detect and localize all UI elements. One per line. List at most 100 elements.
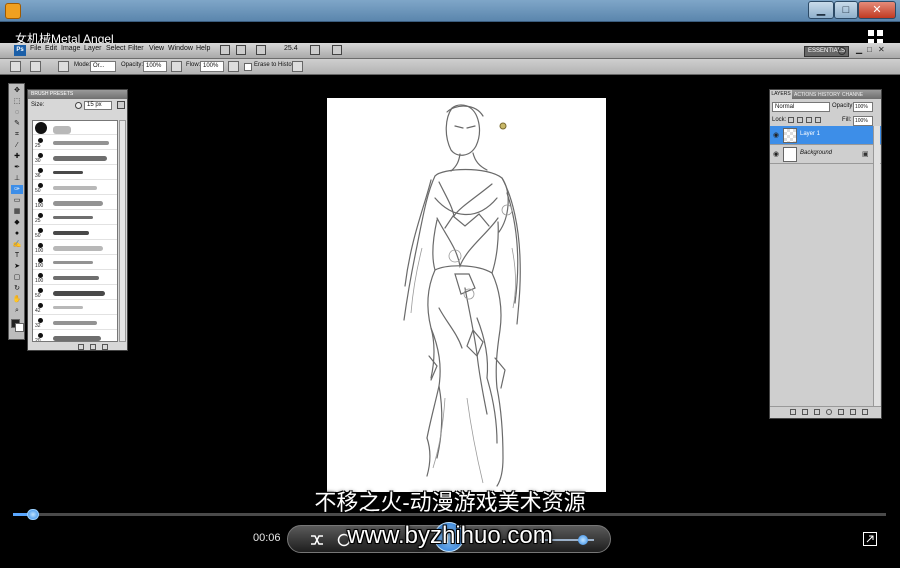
seek-thumb[interactable] [27, 509, 39, 520]
screen-mode-icon[interactable] [332, 45, 342, 55]
tab-channels[interactable]: CHANNE [842, 92, 863, 98]
menu-layer[interactable]: Layer [84, 45, 102, 52]
brush-size-icon[interactable] [30, 61, 41, 72]
zoom-level[interactable]: 25.4 [284, 45, 298, 52]
crop-tool-icon[interactable]: ⌗ [11, 130, 23, 139]
mode-select[interactable]: Or... [90, 61, 116, 72]
stamp-tool-icon[interactable]: ⊥ [11, 174, 23, 183]
delete-brush-icon[interactable] [102, 344, 108, 350]
brush-preset[interactable]: 50 [33, 181, 117, 195]
brush-size-field[interactable]: 15 px [84, 101, 112, 110]
launch-minibridge-icon[interactable] [236, 45, 246, 55]
document-canvas[interactable] [327, 98, 606, 492]
lock-position-icon[interactable] [806, 117, 812, 123]
path-select-tool-icon[interactable]: ➤ [11, 262, 23, 271]
brush-preset[interactable]: 30 [33, 151, 117, 165]
eye-icon[interactable]: ◉ [773, 150, 779, 158]
quick-select-tool-icon[interactable]: ✎ [11, 119, 23, 128]
background-color-swatch[interactable] [15, 323, 24, 332]
lock-image-icon[interactable] [797, 117, 803, 123]
layer-row-background[interactable]: ◉ Background ▣ [770, 145, 881, 164]
menu-filter[interactable]: Filter [128, 45, 144, 52]
flow-field[interactable]: 100% [200, 61, 224, 72]
delete-layer-icon[interactable] [862, 409, 868, 415]
brush-preset[interactable]: 100 [33, 196, 117, 210]
brush-size-slider-icon[interactable] [75, 102, 82, 109]
layers-scrollbar[interactable] [873, 126, 880, 406]
move-tool-icon[interactable]: ✥ [11, 86, 23, 95]
history-brush-icon[interactable] [10, 61, 21, 72]
tab-actions[interactable]: ACTIONS [794, 92, 816, 98]
menu-view[interactable]: View [149, 45, 164, 52]
view-extras-icon[interactable] [256, 45, 266, 55]
brush-preset[interactable] [33, 121, 117, 135]
brush-preset[interactable]: 100 [33, 256, 117, 270]
gradient-tool-icon[interactable]: ▦ [11, 207, 23, 216]
maximize-button[interactable]: □ [834, 1, 858, 19]
brush-preset[interactable]: 100 [33, 271, 117, 285]
fill-field[interactable]: 100% [853, 116, 873, 126]
close-button[interactable]: ✕ [858, 1, 896, 19]
adjustment-layer-icon[interactable] [826, 409, 832, 415]
dodge-tool-icon[interactable]: ● [11, 229, 23, 238]
layer-mask-icon[interactable] [814, 409, 820, 415]
lock-all-icon[interactable] [815, 117, 821, 123]
new-group-icon[interactable] [838, 409, 844, 415]
tab-history[interactable]: HISTORY [818, 92, 840, 98]
menu-window[interactable]: Window [168, 45, 193, 52]
blur-tool-icon[interactable]: ◆ [11, 218, 23, 227]
brush-presets-tab[interactable]: BRUSH PRESETS [28, 90, 127, 99]
link-layers-icon[interactable] [790, 409, 796, 415]
fullscreen-icon[interactable] [863, 532, 877, 546]
menu-image[interactable]: Image [61, 45, 80, 52]
brush-preset[interactable]: 36 [33, 166, 117, 180]
shape-tool-icon[interactable]: ▢ [11, 273, 23, 282]
healing-tool-icon[interactable]: ✚ [11, 152, 23, 161]
marquee-tool-icon[interactable]: ⬚ [11, 97, 23, 106]
airbrush-icon[interactable] [228, 61, 239, 72]
brush-preset[interactable]: 25 [33, 136, 117, 150]
brush-list-scrollbar[interactable] [119, 120, 126, 342]
ps-close-icon[interactable]: ✕ [878, 45, 885, 54]
seek-track[interactable] [13, 513, 886, 516]
layer-row-layer1[interactable]: ◉ Layer 1 [770, 126, 881, 145]
layer-style-icon[interactable] [802, 409, 808, 415]
menu-file[interactable]: File [30, 45, 41, 52]
brush-preset[interactable]: 32 [33, 316, 117, 330]
lasso-tool-icon[interactable]: ◌ [11, 108, 23, 117]
arrange-documents-icon[interactable] [310, 45, 320, 55]
window-titlebar[interactable]: ▁ □ ✕ [0, 0, 900, 22]
brush-preset[interactable]: 20 [33, 331, 117, 341]
pressure-size-icon[interactable] [292, 61, 303, 72]
brush-panel-footer-icon[interactable] [78, 344, 84, 350]
pressure-opacity-icon[interactable] [171, 61, 182, 72]
brush-preset[interactable]: 100 [33, 241, 117, 255]
brush-tool-icon[interactable]: ✒ [11, 163, 23, 172]
eraser-tool-icon[interactable]: ▭ [11, 196, 23, 205]
erase-history-checkbox[interactable] [244, 63, 252, 71]
eye-icon[interactable]: ◉ [773, 131, 779, 139]
min-icon[interactable]: ▁ [856, 45, 862, 54]
lock-transparency-icon[interactable] [788, 117, 794, 123]
brush-list[interactable]: 2530365010025501001001005042322060100321… [32, 120, 118, 342]
brush-preset[interactable]: 25 [33, 211, 117, 225]
type-tool-icon[interactable]: T [11, 251, 23, 260]
3d-rotate-tool-icon[interactable]: ↻ [11, 284, 23, 293]
brush-preset[interactable]: 50 [33, 226, 117, 240]
minimize-button[interactable]: ▁ [808, 1, 834, 19]
menu-select[interactable]: Select [106, 45, 125, 52]
eyedropper-tool-icon[interactable]: ⁄ [11, 141, 23, 150]
menu-help[interactable]: Help [196, 45, 210, 52]
opacity-field[interactable]: 100% [143, 61, 167, 72]
menu-edit[interactable]: Edit [45, 45, 57, 52]
max-icon[interactable]: □ [867, 45, 872, 54]
brush-panel-menu-icon[interactable] [117, 101, 125, 109]
brush-panel-toggle-icon[interactable] [58, 61, 69, 72]
search-icon[interactable] [838, 47, 846, 55]
tab-layers[interactable]: LAYERS [770, 90, 792, 99]
pen-tool-icon[interactable]: ✍ [11, 240, 23, 249]
new-layer-icon[interactable] [850, 409, 856, 415]
history-brush-tool-icon[interactable]: ✑ [11, 185, 23, 194]
brush-preset[interactable]: 50 [33, 286, 117, 300]
hand-tool-icon[interactable]: ✋ [11, 295, 23, 304]
